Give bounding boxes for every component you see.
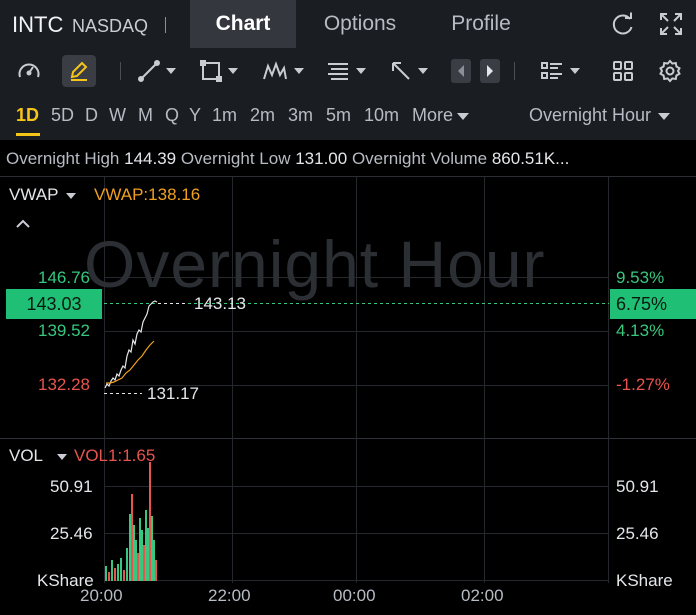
period-Q[interactable]: Q: [165, 105, 179, 126]
exchange-name: NASDAQ: [72, 16, 149, 36]
current-pct-badge: 6.75%: [610, 289, 696, 319]
indicator-list-icon[interactable]: [540, 57, 580, 85]
time-axis-label: 20:00: [80, 586, 123, 605]
vol-axis-label: 25.46: [616, 524, 659, 543]
period-Y[interactable]: Y: [189, 105, 201, 126]
vol-value: VOL1:1.65: [74, 446, 156, 465]
toolbar-divider: [120, 62, 121, 80]
vol-indicator-label: VOL: [9, 446, 44, 465]
period-W[interactable]: W: [109, 105, 126, 126]
time-axis-label: 22:00: [208, 586, 251, 605]
divider: [165, 17, 166, 33]
price-axis-label: 132.28: [38, 375, 90, 394]
collapse-icon[interactable]: [15, 215, 31, 235]
vwap-value: VWAP:138.16: [94, 185, 201, 204]
period-5D[interactable]: 5D: [51, 105, 74, 126]
volume-bars: [105, 462, 157, 581]
chevron-down-icon: [57, 453, 68, 460]
fib-icon[interactable]: [326, 57, 366, 85]
period-5m[interactable]: 5m: [326, 105, 351, 126]
prev-arrow-icon[interactable]: [451, 59, 471, 83]
period-1m[interactable]: 1m: [212, 105, 237, 126]
time-axis-label: 02:00: [461, 586, 504, 605]
more-label: More: [412, 105, 454, 125]
vwap-line: [106, 340, 155, 384]
active-period-underline: [16, 133, 40, 136]
session-watermark: Overnight Hour: [84, 227, 546, 301]
tab-options[interactable]: Options: [306, 0, 414, 48]
vwap-indicator-label: VWAP: [9, 185, 59, 204]
period-10m[interactable]: 10m: [364, 105, 399, 126]
high-value: 144.39: [124, 149, 177, 168]
high-marker-label: 143.13: [194, 294, 246, 313]
pct-axis-label: -1.27%: [616, 375, 670, 394]
vol-axis-label: 50.91: [50, 477, 93, 496]
low-marker-label: 131.17: [147, 384, 199, 403]
volume-label: Overnight Volume: [351, 149, 488, 168]
period-2m[interactable]: 2m: [250, 105, 275, 126]
tab-chart[interactable]: Chart: [190, 0, 296, 48]
trend-line-icon[interactable]: [138, 57, 176, 85]
low-value: 131.00: [295, 149, 348, 168]
session-label: Overnight Hour: [529, 105, 652, 125]
pct-axis-label: 4.13%: [616, 321, 665, 340]
price-axis-label: 139.52: [38, 321, 90, 340]
low-label: Overnight Low: [180, 149, 291, 168]
pattern-icon[interactable]: [262, 57, 304, 85]
current-price-badge: 143.03: [6, 289, 102, 319]
period-M[interactable]: M: [138, 105, 153, 126]
vwap-indicator-selector[interactable]: VWAP: [9, 185, 77, 205]
price-axis-label: 146.76: [38, 268, 90, 287]
arrow-icon[interactable]: [390, 57, 428, 85]
layout-grid-icon[interactable]: [612, 57, 634, 85]
price-line: [104, 300, 158, 389]
pct-axis-label: 9.53%: [616, 268, 665, 287]
vol-axis-label: 50.91: [616, 477, 659, 496]
gauge-icon[interactable]: [16, 57, 42, 85]
settings-icon[interactable]: [658, 57, 682, 85]
drawing-toolbar: [0, 48, 696, 94]
volume-value: 860.51K...: [491, 149, 570, 168]
chevron-down-icon: [457, 112, 470, 120]
toolbar-divider: [514, 62, 515, 80]
period-1D[interactable]: 1D: [16, 105, 39, 126]
next-arrow-icon[interactable]: [480, 59, 500, 83]
fullscreen-icon[interactable]: [658, 11, 684, 37]
high-label: Overnight High: [6, 149, 120, 168]
overnight-stats: Overnight High 144.39 Overnight Low 131.…: [6, 149, 569, 169]
chevron-down-icon: [66, 192, 77, 199]
time-axis-label: 00:00: [333, 586, 376, 605]
period-D[interactable]: D: [85, 105, 98, 126]
rectangle-icon[interactable]: [200, 57, 238, 85]
vol-axis-label: 25.46: [50, 524, 93, 543]
draw-pencil-icon[interactable]: [62, 55, 96, 87]
refresh-icon[interactable]: [610, 11, 636, 37]
tab-profile[interactable]: Profile: [432, 0, 530, 48]
period-selector: 1D 5D D W M Q Y 1m 2m 3m 5m 10m More Ove…: [0, 94, 696, 140]
period-3m[interactable]: 3m: [288, 105, 313, 126]
session-dropdown[interactable]: Overnight Hour: [529, 105, 671, 126]
top-tab-bar: INTC NASDAQ Chart Options Profile: [0, 0, 696, 48]
vol-axis-unit: KShare: [616, 571, 673, 590]
more-periods-dropdown[interactable]: More: [412, 105, 470, 126]
chevron-down-icon: [658, 112, 671, 120]
vol-indicator-selector[interactable]: VOL: [9, 446, 68, 466]
ticker-symbol: INTC: [12, 12, 64, 37]
